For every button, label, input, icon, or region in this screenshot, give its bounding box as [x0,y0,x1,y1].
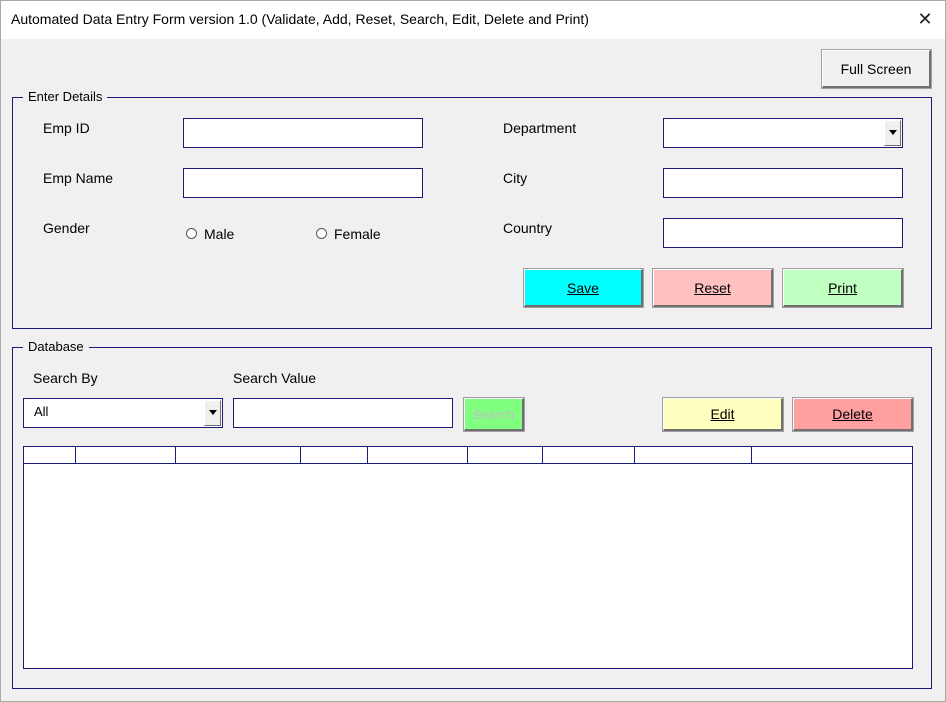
male-radio[interactable] [186,228,197,239]
column-separator[interactable] [542,447,543,463]
database-legend: Database [23,339,89,354]
emp-id-label: Emp ID [43,120,90,136]
full-screen-button-label: Full Screen [840,61,912,77]
column-separator[interactable] [75,447,76,463]
search-by-value: All [34,404,49,419]
column-separator[interactable] [367,447,368,463]
search-button-label: Search [472,407,515,422]
female-radio-label[interactable]: Female [334,226,381,242]
search-value-label: Search Value [233,370,317,386]
delete-button-label: Delete [832,406,873,422]
female-radio[interactable] [316,228,327,239]
search-by-dropdown-button[interactable] [204,400,221,426]
chevron-down-icon [889,130,897,135]
column-separator[interactable] [751,447,752,463]
full-screen-button[interactable]: Full Screen [821,49,932,89]
search-value-field[interactable] [233,398,453,428]
close-icon[interactable]: ✕ [911,6,939,32]
column-separator[interactable] [175,447,176,463]
department-label: Department [503,120,577,136]
department-dropdown[interactable] [663,118,903,148]
app-window: Automated Data Entry Form version 1.0 (V… [0,0,946,702]
gender-label: Gender [43,220,90,236]
column-separator[interactable] [467,447,468,463]
emp-name-label: Emp Name [43,170,114,186]
enter-details-legend: Enter Details [23,89,108,104]
print-button[interactable]: Print [782,268,904,308]
emp-id-field[interactable] [183,118,423,148]
search-by-label: Search By [33,370,98,386]
search-button[interactable]: Search [463,397,525,432]
country-field[interactable] [663,218,903,248]
column-separator[interactable] [634,447,635,463]
department-dropdown-button[interactable] [884,120,901,146]
country-label: Country [503,220,553,236]
title-bar: Automated Data Entry Form version 1.0 (V… [1,1,945,39]
column-separator[interactable] [300,447,301,463]
city-field[interactable] [663,168,903,198]
print-button-label: Print [828,280,857,296]
search-by-dropdown[interactable]: All [23,398,223,428]
city-label: City [503,170,528,186]
emp-name-field[interactable] [183,168,423,198]
save-button[interactable]: Save [523,268,644,308]
records-list[interactable] [23,446,913,669]
edit-button-label: Edit [710,406,735,422]
male-radio-label[interactable]: Male [204,226,234,242]
window-title: Automated Data Entry Form version 1.0 (V… [11,11,589,27]
chevron-down-icon [209,410,217,415]
reset-button[interactable]: Reset [652,268,774,308]
records-list-header [24,447,912,464]
save-button-label: Save [567,280,599,296]
edit-button[interactable]: Edit [662,397,784,432]
delete-button[interactable]: Delete [792,397,914,432]
reset-button-label: Reset [694,280,731,296]
